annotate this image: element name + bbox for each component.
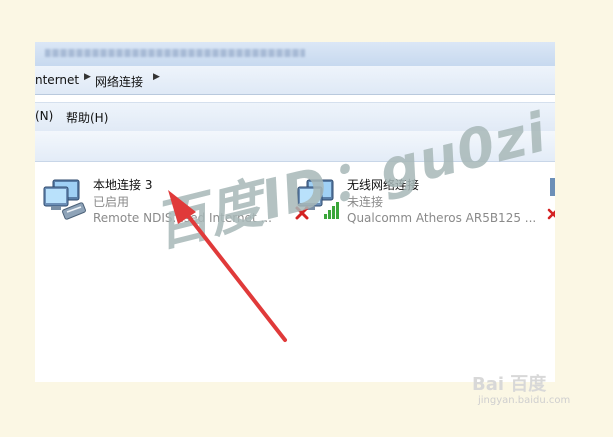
baidu-url: jingyan.baidu.com (478, 395, 571, 406)
menu-item-help[interactable]: 帮助(H) (66, 109, 108, 126)
menu-item-navigate[interactable]: (N) (35, 109, 53, 123)
wired-network-adapter-icon (43, 179, 86, 220)
blurred-window-title (45, 49, 305, 57)
baidu-logo: Bai 百度 (472, 374, 547, 395)
address-bar[interactable]: nternet ▶ 网络连接 ▶ (35, 66, 555, 95)
network-adapter-icon (547, 178, 555, 220)
breadcrumb-internet[interactable]: nternet (35, 73, 79, 87)
connection-name: 本地连接 3 (93, 178, 153, 192)
breadcrumb-chevron-icon[interactable]: ▶ (153, 72, 160, 82)
connection-device: Qualcomm Atheros AR5B125 ... (347, 211, 537, 225)
breadcrumb-chevron-icon[interactable]: ▶ (84, 72, 91, 82)
breadcrumb-network-connections[interactable]: 网络连接 (95, 73, 143, 90)
connection-status: 已启用 (93, 195, 130, 209)
connection-item-partial[interactable] (547, 178, 555, 222)
title-bar (35, 42, 555, 66)
